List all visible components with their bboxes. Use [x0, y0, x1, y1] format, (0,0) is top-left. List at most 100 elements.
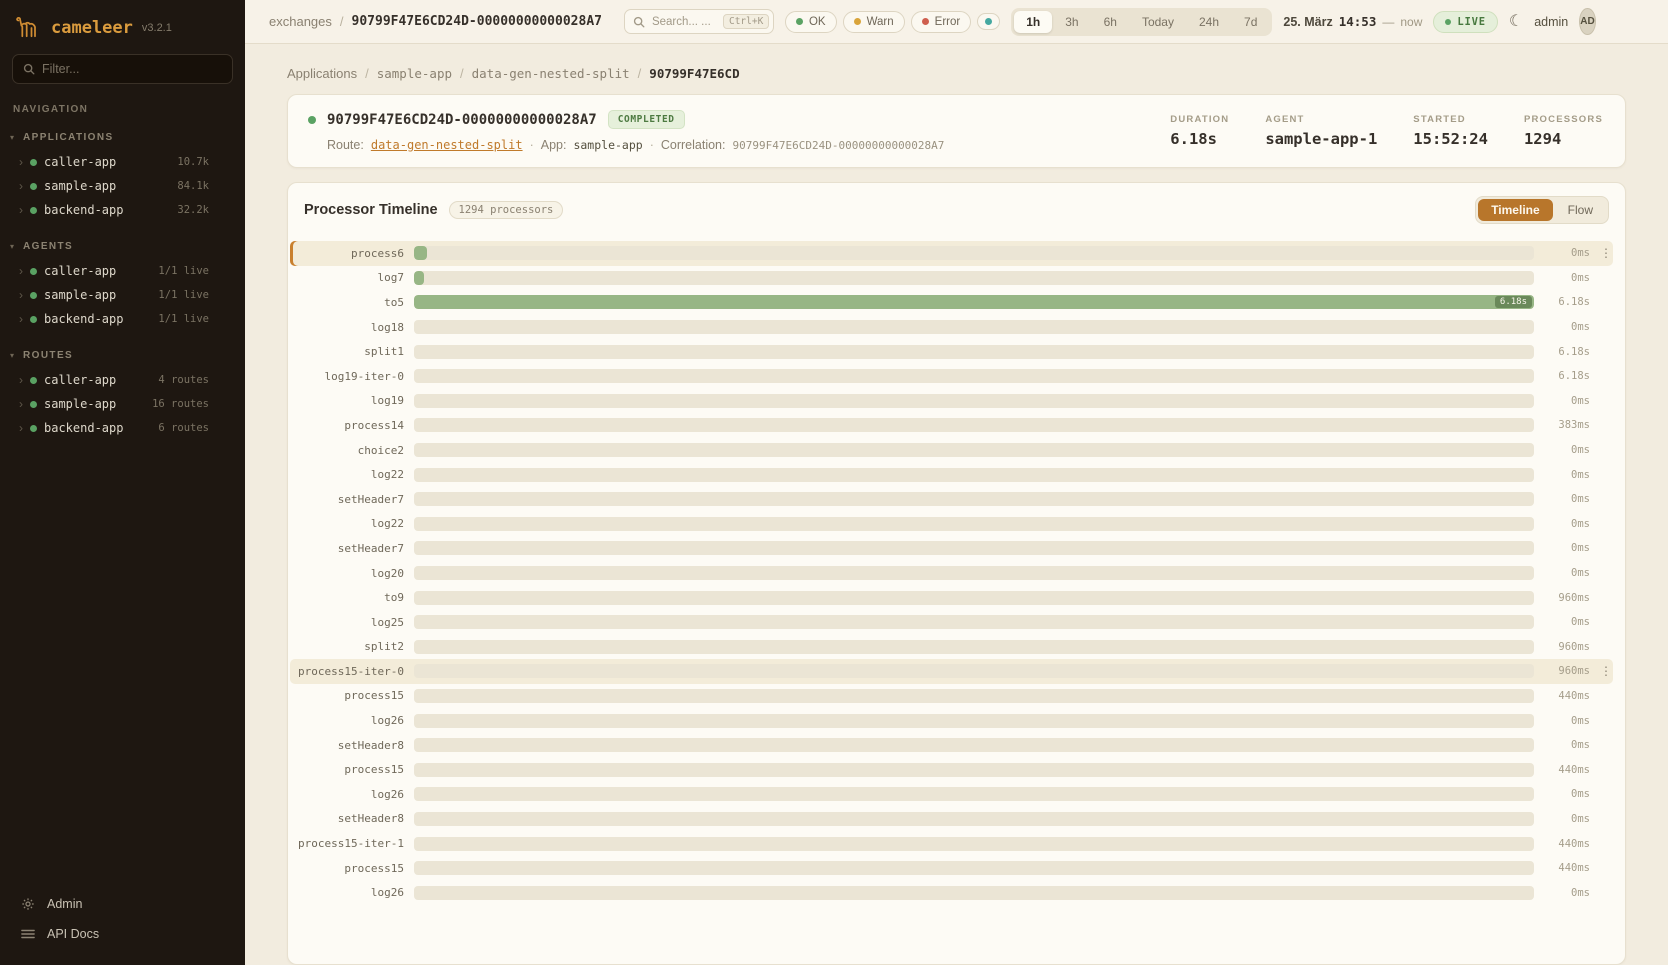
- timeline-row-process14[interactable]: process14 383ms ⋮: [290, 413, 1613, 438]
- timeline-row-process15[interactable]: process15 440ms ⋮: [290, 684, 1613, 709]
- sidebar-section-header[interactable]: ▾ ROUTES: [0, 347, 245, 368]
- timeline-row-setHeader7[interactable]: setHeader7 0ms ⋮: [290, 487, 1613, 512]
- sidebar-section-items: › caller-app 4 routes › sample-app 16 ro…: [0, 368, 245, 440]
- sidebar-section-header[interactable]: ▾ AGENTS: [0, 238, 245, 259]
- timeline-row-setHeader7[interactable]: setHeader7 0ms ⋮: [290, 536, 1613, 561]
- time-range-3h[interactable]: 3h: [1053, 11, 1090, 33]
- sidebar-item-sample-app[interactable]: › sample-app 1/1 live: [0, 283, 245, 307]
- exchange-info: 90799F47E6CD24D-00000000000028A7 COMPLET…: [308, 110, 944, 152]
- global-search[interactable]: Ctrl+K: [624, 9, 774, 34]
- sidebar-section: ▾ APPLICATIONS › caller-app 10.7k › samp…: [0, 129, 245, 222]
- chevron-right-icon: ›: [19, 422, 23, 434]
- view-timeline[interactable]: Timeline: [1478, 199, 1552, 221]
- timeline-row-log26[interactable]: log26 0ms ⋮: [290, 782, 1613, 807]
- breadcrumb-data-gen-nested-split[interactable]: data-gen-nested-split: [472, 66, 630, 81]
- processor-duration: 960ms: [1544, 641, 1590, 653]
- status-dot: [30, 183, 37, 190]
- filter-chip-ok[interactable]: OK: [785, 11, 837, 33]
- timeline-row-process15-iter-1[interactable]: process15-iter-1 440ms ⋮: [290, 831, 1613, 856]
- date-range-separator: —: [1382, 15, 1394, 29]
- processor-duration: 960ms: [1544, 592, 1590, 604]
- filter-input[interactable]: [42, 62, 222, 76]
- sidebar-item-caller-app[interactable]: › caller-app 4 routes: [0, 368, 245, 392]
- date-range-date: 25. März: [1283, 15, 1332, 29]
- sidebar-footer-admin[interactable]: Admin: [14, 889, 231, 919]
- breadcrumb-applications[interactable]: Applications: [287, 66, 357, 81]
- timeline-row-log25[interactable]: log25 0ms ⋮: [290, 610, 1613, 635]
- time-range-1h[interactable]: 1h: [1014, 11, 1052, 33]
- timeline-track: [414, 468, 1534, 482]
- sidebar-item-label: caller-app: [44, 264, 116, 278]
- timeline-row-split2[interactable]: split2 960ms ⋮: [290, 635, 1613, 660]
- timeline-track: [414, 394, 1534, 408]
- timeline-row-log22[interactable]: log22 0ms ⋮: [290, 512, 1613, 537]
- processor-name: setHeader8: [290, 739, 404, 752]
- sidebar-item-sample-app[interactable]: › sample-app 16 routes: [0, 392, 245, 416]
- processor-duration: 0ms: [1544, 247, 1590, 259]
- date-range[interactable]: 25. März 14:53 — now: [1283, 14, 1422, 29]
- timeline-row-log22[interactable]: log22 0ms ⋮: [290, 462, 1613, 487]
- live-badge[interactable]: LIVE: [1433, 11, 1498, 33]
- processor-duration: 440ms: [1544, 862, 1590, 874]
- timeline-row-split1[interactable]: split1 6.18s ⋮: [290, 339, 1613, 364]
- sidebar-item-label: backend-app: [44, 421, 123, 435]
- processor-duration: 0ms: [1544, 493, 1590, 505]
- sidebar-item-caller-app[interactable]: › caller-app 1/1 live: [0, 259, 245, 283]
- sidebar-item-badge: 1/1 live: [158, 313, 209, 325]
- filter-chip-dot[interactable]: [977, 13, 1000, 30]
- filter-chip-error[interactable]: Error: [911, 11, 972, 33]
- timeline-row-log19[interactable]: log19 0ms ⋮: [290, 389, 1613, 414]
- processor-name: process14: [290, 419, 404, 432]
- time-range-6h[interactable]: 6h: [1092, 11, 1129, 33]
- timeline-row-setHeader8[interactable]: setHeader8 0ms ⋮: [290, 807, 1613, 832]
- processor-name: log7: [290, 271, 404, 284]
- time-range-7d[interactable]: 7d: [1232, 11, 1269, 33]
- processor-name: process15-iter-0: [290, 665, 404, 678]
- breadcrumb-exchanges[interactable]: exchanges: [269, 14, 332, 29]
- timeline-row-process15[interactable]: process15 440ms ⋮: [290, 757, 1613, 782]
- sidebar-item-caller-app[interactable]: › caller-app 10.7k: [0, 150, 245, 174]
- row-menu-icon[interactable]: ⋮: [1600, 246, 1611, 260]
- timeline-row-process15[interactable]: process15 440ms ⋮: [290, 856, 1613, 881]
- status-dot: [30, 425, 37, 432]
- time-range-today[interactable]: Today: [1130, 11, 1186, 33]
- timeline-row-to5[interactable]: to5 6.18s 6.18s ⋮: [290, 290, 1613, 315]
- timeline-row-log20[interactable]: log20 0ms ⋮: [290, 561, 1613, 586]
- timeline-track: [414, 541, 1534, 555]
- timeline-row-setHeader8[interactable]: setHeader8 0ms ⋮: [290, 733, 1613, 758]
- timeline-row-log26[interactable]: log26 0ms ⋮: [290, 880, 1613, 905]
- sidebar-item-sample-app[interactable]: › sample-app 84.1k: [0, 174, 245, 198]
- status-dot: [30, 268, 37, 275]
- route-link[interactable]: data-gen-nested-split: [371, 138, 523, 152]
- timeline-row-process15-iter-0[interactable]: process15-iter-0 960ms ⋮: [290, 659, 1613, 684]
- view-flow[interactable]: Flow: [1555, 199, 1606, 221]
- timeline-row-process6[interactable]: process6 0ms ⋮: [290, 241, 1613, 266]
- timeline-row-log7[interactable]: log7 0ms ⋮: [290, 266, 1613, 291]
- sidebar-item-backend-app[interactable]: › backend-app 1/1 live: [0, 307, 245, 331]
- sidebar-section-header[interactable]: ▾ APPLICATIONS: [0, 129, 245, 150]
- processor-duration: 440ms: [1544, 690, 1590, 702]
- timeline-row-log26[interactable]: log26 0ms ⋮: [290, 708, 1613, 733]
- time-range-24h[interactable]: 24h: [1187, 11, 1231, 33]
- timeline-row-choice2[interactable]: choice2 0ms ⋮: [290, 438, 1613, 463]
- date-range-time: 14:53: [1339, 14, 1377, 29]
- sidebar-item-backend-app[interactable]: › backend-app 6 routes: [0, 416, 245, 440]
- status-dot: [30, 207, 37, 214]
- sidebar-section: ▾ AGENTS › caller-app 1/1 live › sample-…: [0, 238, 245, 331]
- stat-processors: PROCESSORS 1294: [1524, 114, 1603, 148]
- sidebar-item-label: caller-app: [44, 373, 116, 387]
- theme-toggle[interactable]: ☾: [1509, 14, 1523, 30]
- filter-chip-warn[interactable]: Warn: [843, 11, 905, 33]
- sidebar-footer-api-docs[interactable]: API Docs: [14, 919, 231, 949]
- row-menu-icon[interactable]: ⋮: [1600, 664, 1611, 678]
- timeline-row-log18[interactable]: log18 0ms ⋮: [290, 315, 1613, 340]
- status-dot: [30, 377, 37, 384]
- sidebar-section-items: › caller-app 1/1 live › sample-app 1/1 l…: [0, 259, 245, 331]
- sidebar-item-backend-app[interactable]: › backend-app 32.2k: [0, 198, 245, 222]
- timeline-row-log19-iter-0[interactable]: log19-iter-0 6.18s ⋮: [290, 364, 1613, 389]
- search-input[interactable]: [652, 16, 716, 28]
- breadcrumb-sample-app[interactable]: sample-app: [377, 66, 452, 81]
- timeline-row-to9[interactable]: to9 960ms ⋮: [290, 585, 1613, 610]
- avatar[interactable]: AD: [1579, 8, 1595, 35]
- app-logo[interactable]: cameleer v3.2.1: [0, 0, 245, 52]
